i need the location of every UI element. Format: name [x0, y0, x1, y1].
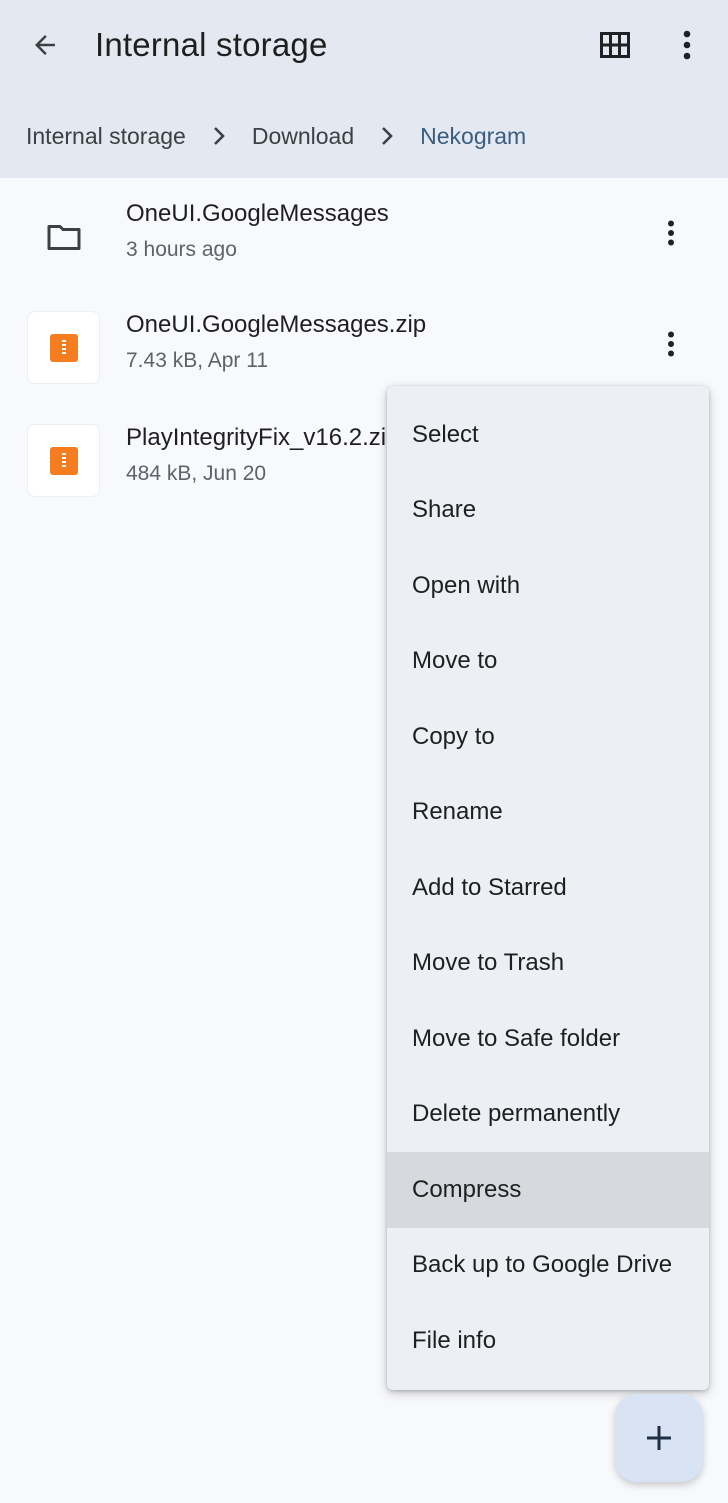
file-name: OneUI.GoogleMessages.zip — [126, 311, 427, 338]
breadcrumb-item-nekogram[interactable]: Nekogram — [420, 123, 526, 150]
menu-item-select[interactable]: Select — [387, 397, 709, 473]
more-vert-icon — [668, 331, 674, 357]
add-fab-button[interactable] — [615, 1394, 703, 1482]
add-icon — [647, 1426, 671, 1450]
zip-icon — [27, 311, 100, 384]
menu-item-share[interactable]: Share — [387, 473, 709, 549]
more-vert-icon — [668, 220, 674, 246]
back-button[interactable] — [20, 20, 70, 70]
menu-item-move-to-trash[interactable]: Move to Trash — [387, 926, 709, 1002]
chevron-right-icon — [186, 126, 252, 146]
breadcrumb-item-download[interactable]: Download — [252, 123, 354, 150]
top-app-bar: Internal storage Internal storage Downlo… — [0, 0, 728, 178]
grid-view-button[interactable] — [590, 20, 640, 70]
folder-icon — [27, 200, 100, 273]
menu-item-file-info[interactable]: File info — [387, 1303, 709, 1379]
grid-view-icon — [600, 32, 630, 58]
zip-icon — [27, 424, 100, 497]
context-menu: Select Share Open with Move to Copy to R… — [387, 386, 709, 1390]
page-title: Internal storage — [95, 26, 328, 63]
list-item[interactable]: OneUI.GoogleMessages 3 hours ago — [0, 200, 728, 310]
menu-item-open-with[interactable]: Open with — [387, 548, 709, 624]
menu-item-rename[interactable]: Rename — [387, 775, 709, 851]
file-meta: 7.43 kB, Apr 11 — [126, 349, 269, 372]
menu-item-delete-permanently[interactable]: Delete permanently — [387, 1077, 709, 1153]
arrow-back-icon — [35, 35, 55, 55]
menu-item-back-up-to-google-drive[interactable]: Back up to Google Drive — [387, 1228, 709, 1304]
more-options-button[interactable] — [662, 20, 712, 70]
chevron-right-icon — [354, 126, 420, 146]
file-more-button[interactable] — [648, 210, 694, 256]
file-meta: 3 hours ago — [126, 238, 237, 261]
breadcrumb-item-internal-storage[interactable]: Internal storage — [26, 123, 186, 150]
file-meta: 484 kB, Jun 20 — [126, 462, 267, 485]
file-name: PlayIntegrityFix_v16.2.zip — [126, 424, 400, 451]
breadcrumb: Internal storage Download Nekogram — [26, 118, 526, 154]
menu-item-move-to[interactable]: Move to — [387, 624, 709, 700]
menu-item-compress[interactable]: Compress — [387, 1152, 709, 1228]
file-more-button[interactable] — [648, 321, 694, 367]
more-vert-icon — [683, 30, 691, 60]
menu-item-copy-to[interactable]: Copy to — [387, 699, 709, 775]
file-manager-app: Internal storage Internal storage Downlo… — [0, 0, 728, 1503]
menu-item-move-to-safe-folder[interactable]: Move to Safe folder — [387, 1001, 709, 1077]
menu-item-add-to-starred[interactable]: Add to Starred — [387, 850, 709, 926]
file-name: OneUI.GoogleMessages — [126, 200, 389, 227]
